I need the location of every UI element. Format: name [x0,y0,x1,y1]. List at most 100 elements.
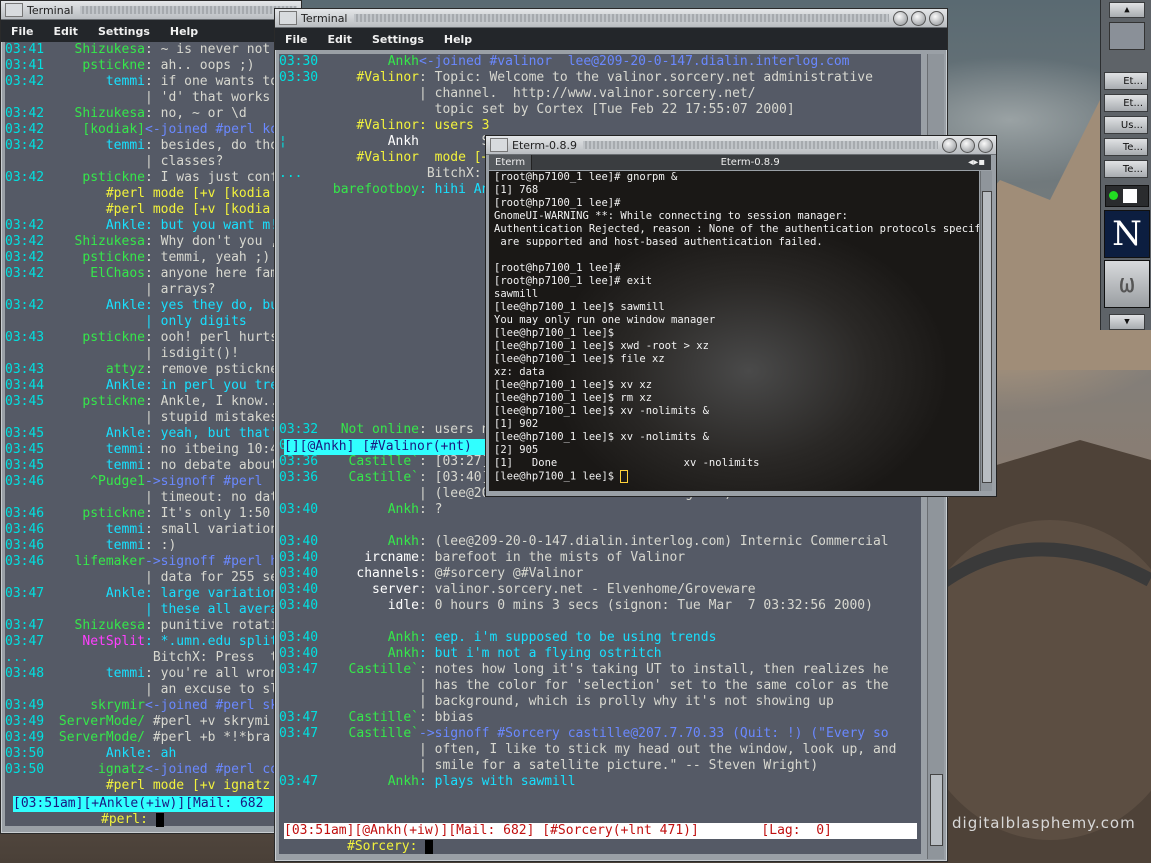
scrollbar[interactable] [980,171,992,491]
message-text: : punitive rotati [145,618,275,633]
message-text: ->signoff #Sorcery castille@207.7.70.33 … [419,726,889,741]
prompt-label: #perl: [101,812,148,827]
menu-settings[interactable]: Settings [362,33,434,46]
timestamp [5,314,49,330]
message-text: | these all avera [145,602,275,617]
message-text: : ~ is never not [145,42,271,57]
message-text: mode [+ [419,150,490,165]
titlebar[interactable]: Terminal [1,1,301,20]
terminal-line: #perl mode [+v [kodia [5,202,275,218]
dock-item-4[interactable]: Te... [1104,160,1148,178]
eterm-window-controls-icon[interactable]: ◂▸▪ [968,157,991,168]
dock-up-arrow-icon[interactable]: ▲ [1109,2,1145,18]
pager-icon[interactable] [1109,22,1145,50]
iconify-button[interactable] [942,137,957,153]
titlebar[interactable]: Terminal [275,9,947,28]
maximize-button[interactable] [911,10,926,26]
input-prompt[interactable]: #Sorcery: [347,839,434,855]
menu-settings[interactable]: Settings [88,25,160,38]
nickname: temmi [105,442,145,457]
menu-edit[interactable]: Edit [318,33,362,46]
dock-item-0[interactable]: Et... [1104,72,1148,90]
dock-item-2[interactable]: Us... [1104,116,1148,134]
terminal-line: | often, I like to stick my head out the… [279,742,921,758]
message-text: | only digits [145,314,247,329]
timestamp: 03:46 [5,554,45,569]
titlebar[interactable]: Eterm-0.8.9 [486,136,996,155]
timestamp [279,614,323,630]
nickname: lifemaker [74,554,145,569]
message-text: : ah [145,746,177,761]
terminal-line: 03:40 ircname: barefoot in the mists of V… [279,550,921,566]
terminal-line [279,518,921,534]
terminal-line: 03:42 Ankle: but you want m! [5,218,275,234]
nickname: idle [387,598,419,613]
menu-file[interactable]: File [275,33,318,46]
nickname: ignatz [98,762,145,777]
terminal-line: | these all avera [5,602,275,618]
scrollbar-thumb[interactable] [982,191,992,483]
nickname [323,614,419,630]
nickname [323,326,419,342]
message-text: | background, which is prolly why it's n… [419,694,834,709]
timestamp [279,518,323,534]
message-text: : users 3 [419,118,490,133]
nickname: ElChaos [90,266,145,281]
menu-edit[interactable]: Edit [44,25,88,38]
timestamp [279,374,323,390]
timestamp: 03:46 [5,474,45,489]
message-text: | classes? [145,154,224,169]
menubar: File Edit Settings Help [1,20,301,42]
dock-down-arrow-icon[interactable]: ▼ [1109,314,1145,330]
nickname: [kodiak] [82,122,145,137]
message-text: : barefoot in the mists of Valinor [419,550,686,565]
nickname: #perl [105,778,145,793]
timestamp: 03:43 [5,330,45,345]
scrollbar-thumb[interactable] [930,774,943,846]
menu-file[interactable]: File [1,25,44,38]
eterm-line [489,249,979,262]
maximize-button[interactable] [960,137,975,153]
timestamp: 03:40 [279,502,319,517]
window-menu-icon[interactable] [490,138,508,152]
timestamp: 03:42 [5,122,45,137]
timestamp [279,758,323,774]
close-button[interactable] [929,10,944,26]
nickname [323,342,419,358]
nickname: Shizukesa [74,234,145,249]
terminal-output[interactable]: 03:41 Shizukesa: ~ is never not 03:41 pstic… [5,42,275,826]
message-text: | channel. http://www.valinor.sorcery.ne… [419,86,756,101]
nickname: Ankh [387,646,419,661]
eterm-line: [1] 902 [494,418,539,430]
input-prompt[interactable]: #perl: [101,812,164,828]
watermark-text: digitalblasphemy.com [952,814,1136,832]
window-menu-icon[interactable] [5,3,23,17]
menu-help[interactable]: Help [160,25,208,38]
iconify-button[interactable] [893,10,908,26]
eterm-line: [lee@hp7100_1 lee]$ file xz [494,353,665,365]
nickname [323,246,419,262]
menu-help[interactable]: Help [434,33,482,46]
menubar: File Edit Settings Help [275,28,947,50]
eterm-menu-button[interactable]: Eterm [489,155,533,170]
window-menu-icon[interactable] [279,11,297,25]
close-button[interactable] [978,137,993,153]
message-text: <-joined #perl sk [145,698,275,713]
timestamp [5,186,49,202]
terminal-line: 03:42 Shizukesa: no, ~ or \d [5,106,275,122]
terminal-line: 03:42 [kodiak] <-joined #perl ko [5,122,275,138]
timestamp: 03:30 [279,70,319,85]
netscape-icon[interactable]: N [1104,210,1150,258]
nickname [323,406,419,422]
terminal-line: 03:40 channels: @#sorcery @#Valinor [279,566,921,582]
message-text: : I was just conf [145,170,275,185]
eterm-output[interactable]: [root@hp7100_1 lee]# gnorpm & [1] 768 [roo… [489,171,979,491]
message-text: topic set by Cortex [Tue Feb 22 17:55:07… [419,102,795,117]
dock-item-3[interactable]: Te... [1104,138,1148,156]
message-text: <-joined #perl co [145,762,275,777]
eterm-tab-title: Eterm-0.8.9 [720,157,780,168]
terminal-line: 03:40 Ankh: but i'm not a flying ostritch [279,646,921,662]
message-text: BitchX: Press to see who lef [152,650,275,665]
gnome-foot-icon[interactable]: ω [1104,260,1150,308]
dock-item-1[interactable]: Et... [1104,94,1148,112]
